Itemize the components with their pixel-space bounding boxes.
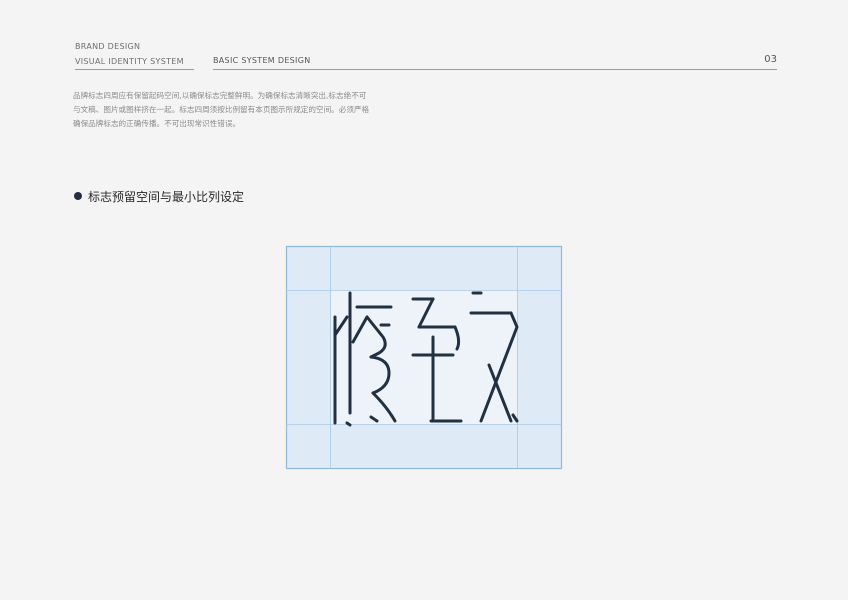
description-line: 品牌标志四周应有保留起码空间,以确保标志完整鲜明。为确保标志清晰突出,标志绝不可	[73, 91, 367, 100]
description-line: 确保品牌标志的正确传播。不可出现常识性错误。	[73, 119, 241, 128]
header-right: BASIC SYSTEM DESIGN 03	[213, 54, 777, 70]
visual-identity-label: VISUAL IDENTITY SYSTEM	[75, 57, 194, 70]
header-left: BRAND DESIGN VISUAL IDENTITY SYSTEM	[75, 42, 194, 70]
page-number: 03	[764, 54, 777, 65]
section-title: 标志预留空间与最小比列设定	[88, 190, 245, 204]
brand-design-label: BRAND DESIGN	[75, 42, 141, 51]
description-line: 与文稿、图片或图样挤在一起。标志四周须按比例留有本页图示所规定的空间。必须严格	[73, 105, 370, 114]
section-label: BASIC SYSTEM DESIGN	[213, 56, 311, 65]
description-text: 品牌标志四周应有保留起码空间,以确保标志完整鲜明。为确保标志清晰突出,标志绝不可…	[73, 89, 403, 131]
bullet-dot-icon	[74, 192, 82, 200]
logo-clearspace-diagram	[285, 245, 563, 470]
